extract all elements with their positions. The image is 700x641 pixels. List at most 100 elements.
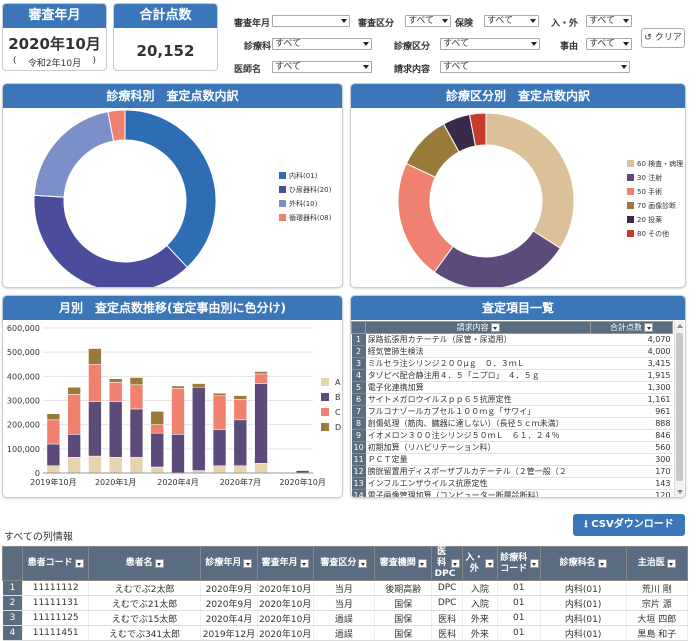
bar-segment-B[interactable] <box>254 383 268 464</box>
legend-item[interactable]: 20 投薬 <box>627 215 662 225</box>
dept-slice[interactable] <box>124 109 217 269</box>
legend-item[interactable]: 70 画像診断 <box>627 201 676 211</box>
legend-label[interactable]: D <box>335 423 341 432</box>
bar-segment-A[interactable] <box>129 457 144 474</box>
legend-item[interactable]: 30 注射 <box>627 173 662 183</box>
column-header[interactable]: 診療年月 <box>200 546 258 581</box>
scrollbar-thumb[interactable] <box>676 333 683 481</box>
csv-download-button[interactable]: ⭳ CSVダウンロード <box>573 514 685 536</box>
bar-segment-C[interactable] <box>46 419 61 445</box>
bar-segment-D[interactable] <box>150 411 164 425</box>
bar-segment-D[interactable] <box>233 395 247 400</box>
bar-segment-D[interactable] <box>46 413 61 421</box>
bar-segment-B[interactable] <box>192 386 206 471</box>
bar-segment-C[interactable] <box>171 388 185 435</box>
clear-button[interactable]: ↺ クリア <box>641 28 685 48</box>
column-header[interactable]: 主治医 <box>625 546 689 581</box>
bar-segment-C[interactable] <box>212 395 227 430</box>
items-row[interactable]: 6 サイトメガロウイルスｐｐ６５抗原定性 1,161 <box>351 393 673 406</box>
filter-review-type-select[interactable]: すべて <box>405 15 451 27</box>
legend-item[interactable]: 外科(10) <box>279 199 317 209</box>
filter-reason-select[interactable]: すべて <box>586 38 632 50</box>
items-row[interactable]: 8 創傷処理（筋肉、臓器に達しない）（長径５ｃｍ未満） 888 <box>351 417 673 430</box>
items-row[interactable]: 9 イオメロン３００注シリンジ５０ｍＬ ６１．２４％ 846 <box>351 429 673 442</box>
filter-insurance-select[interactable]: すべて <box>484 15 539 27</box>
bar-segment-B[interactable] <box>129 408 144 458</box>
legend-item[interactable]: ひ尿器科(20) <box>279 185 331 195</box>
category-slice[interactable] <box>397 162 454 273</box>
column-header[interactable]: 患者コード <box>22 546 89 581</box>
bar-segment-D[interactable] <box>192 383 206 388</box>
bar-segment-A[interactable] <box>150 466 164 474</box>
filter-medical-type-select[interactable]: すべて <box>440 38 540 50</box>
bar-segment-D[interactable] <box>212 393 227 396</box>
dropdown-icon[interactable] <box>666 559 676 568</box>
bar-segment-B[interactable] <box>46 443 61 466</box>
bar-segment-B[interactable] <box>67 434 81 458</box>
bar-segment-D[interactable] <box>129 377 144 386</box>
table-row[interactable]: 4 11111451 えむでぶ341太郎 2019年12月 2020年10月 過誤 国保 医科… <box>2 625 689 641</box>
bar-segment-A[interactable] <box>109 457 123 474</box>
filter-claim-content-select[interactable]: すべて <box>440 61 630 73</box>
items-row[interactable]: 14 電子画像管理加算（コンピューター断層診断料） 120 <box>351 489 673 497</box>
bar-segment-D[interactable] <box>67 386 81 395</box>
category-slice[interactable] <box>485 112 575 249</box>
items-row[interactable]: 5 電子化連携加算 1,300 <box>351 381 673 394</box>
legend-label[interactable]: A <box>335 378 341 387</box>
dropdown-icon[interactable] <box>597 559 607 568</box>
bar-segment-A[interactable] <box>67 457 81 474</box>
filter-doctor-select[interactable]: すべて <box>272 61 372 73</box>
bar-segment-C[interactable] <box>88 364 102 402</box>
filter-department-select[interactable]: すべて <box>272 38 372 50</box>
legend-label[interactable]: B <box>335 393 341 402</box>
items-header-points[interactable]: 合計点数 <box>590 321 673 334</box>
items-row[interactable]: 12 膀胱留置用ディスポーザブルカテーテル（２管一般（２ 170 <box>351 465 673 478</box>
bar-segment-A[interactable] <box>46 465 61 474</box>
bar-segment-D[interactable] <box>254 371 268 375</box>
items-row[interactable]: 4 タゾピペ配合静注用４．５「ニプロ」 ４．５ｇ 1,915 <box>351 369 673 382</box>
column-header[interactable]: 医科DPC <box>431 546 463 581</box>
items-row[interactable]: 2 経気管肺生検法 4,000 <box>351 345 673 358</box>
bar-segment-B[interactable] <box>88 401 102 457</box>
dropdown-icon[interactable] <box>154 559 164 568</box>
legend-item[interactable]: 80 その他 <box>627 229 669 239</box>
bar-segment-D[interactable] <box>171 385 185 389</box>
bar-segment-B[interactable] <box>109 401 123 458</box>
filter-review-month-select[interactable] <box>272 15 350 27</box>
scroll-up-icon[interactable] <box>677 324 683 328</box>
column-header[interactable]: 患者名 <box>87 546 202 581</box>
legend-item[interactable]: 内科(01) <box>279 171 317 181</box>
column-header[interactable]: 審査区分 <box>312 546 376 581</box>
legend-item[interactable]: 50 手術 <box>627 187 662 197</box>
dropdown-icon[interactable] <box>417 559 427 568</box>
bar-segment-B[interactable] <box>212 429 227 466</box>
bar-segment-A[interactable] <box>233 465 247 474</box>
items-row[interactable]: 11 ＰＣＴ定量 300 <box>351 453 673 466</box>
category-slice[interactable] <box>433 230 561 288</box>
column-header[interactable]: 審査年月 <box>256 546 314 581</box>
dropdown-icon[interactable] <box>243 559 253 568</box>
bar-segment-C[interactable] <box>129 384 144 410</box>
dropdown-icon[interactable] <box>74 559 84 568</box>
scroll-down-icon[interactable] <box>677 490 683 494</box>
dropdown-icon[interactable] <box>450 559 460 568</box>
items-row[interactable]: 3 ミルセラ注シリンジ２００μｇ ０．３ｍＬ 3,415 <box>351 357 673 370</box>
column-header[interactable]: 診療科コード <box>496 546 541 581</box>
dropdown-icon[interactable] <box>358 559 368 568</box>
items-row[interactable]: 10 初期加算（リハビリテーション料） 560 <box>351 441 673 454</box>
bar-segment-A[interactable] <box>212 465 227 474</box>
dept-slice[interactable] <box>33 194 189 288</box>
column-header[interactable]: 診療科名 <box>539 546 627 581</box>
filter-in-out-select[interactable]: すべて <box>586 15 632 27</box>
bar-segment-C[interactable] <box>233 399 247 421</box>
bar-segment-A[interactable] <box>254 463 268 474</box>
bar-segment-D[interactable] <box>109 378 123 383</box>
dropdown-icon[interactable] <box>529 559 539 568</box>
bar-segment-B[interactable] <box>150 432 164 468</box>
table-row[interactable]: 1 11111112 えむでぶ2太郎 2020年9月 2020年10月 当月 後期高齢 DPC… <box>2 580 689 596</box>
bar-segment-C[interactable] <box>67 394 81 435</box>
table-row[interactable]: 3 11111125 えむでぶ15太郎 2020年4月 2020年10月 過誤 国保 医科 外来… <box>2 610 689 626</box>
column-header[interactable]: 入・外 <box>461 546 498 581</box>
items-header-content[interactable]: 請求内容 <box>365 321 591 334</box>
dropdown-icon[interactable] <box>490 323 500 332</box>
